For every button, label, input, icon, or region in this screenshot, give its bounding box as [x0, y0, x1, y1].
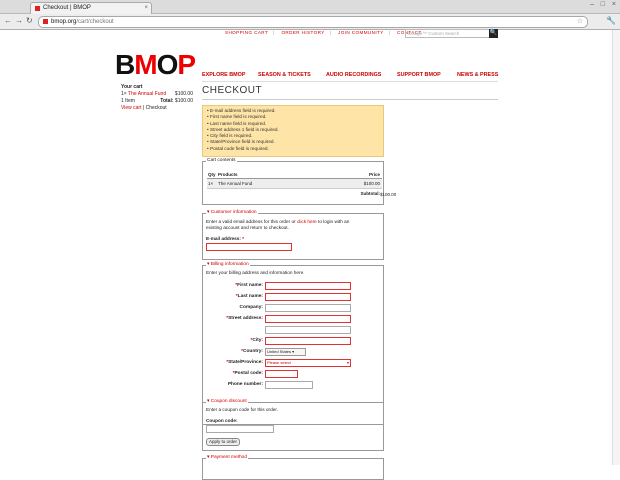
search-button-icon[interactable]: 🔍: [489, 29, 498, 38]
nav-support-bmop[interactable]: SUPPORT BMOP: [397, 72, 441, 78]
company-label: Company:: [239, 305, 263, 310]
first-name-label: *First name:: [235, 283, 263, 288]
apply-coupon-button[interactable]: Apply to order: [206, 438, 241, 446]
coupon-discount-pane: ▾ Coupon discount Enter a coupon code fo…: [202, 399, 384, 451]
payment-legend[interactable]: ▾ Payment method: [206, 455, 249, 460]
street-address-1-field[interactable]: [265, 315, 351, 323]
email-label: E-mail address: *: [206, 236, 245, 241]
nav-news-press[interactable]: NEWS & PRESS: [457, 72, 498, 78]
site-search-input[interactable]: Google™ Custom Search: [405, 29, 491, 38]
coupon-label: Coupon code:: [206, 418, 238, 423]
cart-table: Qty Products Price 1× The Annual Fund $1…: [207, 171, 397, 197]
forward-icon[interactable]: →: [15, 16, 23, 26]
coupon-legend[interactable]: ▾ Coupon discount: [206, 399, 248, 404]
title-divider: [202, 99, 498, 100]
nav-divider: [202, 81, 498, 82]
cart-sidebar: Your cart 1× The Annual Fund $100.00 1 It…: [121, 84, 193, 112]
tab-close-icon[interactable]: ×: [144, 3, 148, 14]
street-address-2-field[interactable]: [265, 326, 351, 334]
cart-item: 1× The Annual Fund $100.00: [121, 91, 193, 97]
coupon-intro: Enter a coupon code for this order.: [206, 407, 278, 412]
cart-contents-legend: Cart contents: [206, 158, 237, 163]
cart-contents-pane: Cart contents Qty Products Price 1× The …: [202, 158, 397, 205]
page-title: CHECKOUT: [202, 85, 263, 96]
url-text: bmop.org/cart/checkout: [51, 19, 114, 25]
state-select[interactable]: Please select ▾: [265, 359, 351, 367]
city-label: *City:: [250, 338, 263, 343]
nav-explore-bmop[interactable]: EXPLORE BMOP: [202, 72, 245, 78]
phone-field[interactable]: [265, 381, 313, 389]
site-favicon-icon: [43, 19, 48, 24]
table-header: Qty Products Price: [207, 172, 382, 179]
nav-season-tickets[interactable]: SEASON & TICKETS: [258, 72, 311, 78]
customer-information-pane: ▾ Customer information Enter a valid ema…: [202, 210, 384, 260]
browser-toolbar: ← → ↻ bmop.org/cart/checkout ☆ 🔧: [0, 14, 620, 30]
state-label: *State/Province:: [226, 360, 263, 365]
topnav-shopping-cart[interactable]: SHOPPING CART: [225, 30, 268, 35]
postal-code-label: *Postal code:: [232, 371, 263, 376]
topnav-join-community[interactable]: JOIN COMMUNITY: [338, 30, 384, 35]
browser-tab-strip: Checkout | BMOP × – □ ×: [0, 0, 620, 14]
cart-item-link[interactable]: The Annual Fund: [128, 91, 166, 97]
last-name-field[interactable]: [265, 293, 351, 301]
web-page: SHOPPING CART | ORDER HISTORY | JOIN COMMU…: [0, 29, 620, 480]
table-row: 1× The Annual Fund $100.00: [207, 179, 382, 189]
scrollbar[interactable]: [612, 30, 620, 465]
error-messages: E-mail address field is required. First …: [202, 105, 384, 157]
window-close-icon[interactable]: ×: [612, 1, 616, 8]
view-cart-link[interactable]: View cart: [121, 105, 141, 111]
nav-audio-recordings[interactable]: AUDIO RECORDINGS: [326, 72, 381, 78]
cart-summary: 1 Item Total: $100.00: [121, 98, 193, 104]
cart-links: View cart | Checkout: [121, 105, 167, 111]
wrench-icon[interactable]: 🔧: [606, 16, 616, 25]
street-label: *Street address:: [226, 316, 263, 321]
bmop-logo[interactable]: BMOP: [115, 50, 196, 80]
minimize-icon[interactable]: –: [590, 1, 594, 8]
favicon-icon: [35, 6, 40, 11]
company-field[interactable]: [265, 304, 351, 312]
city-field[interactable]: [265, 337, 351, 345]
billing-legend[interactable]: ▾ Billing information: [206, 262, 250, 267]
address-bar[interactable]: bmop.org/cart/checkout ☆: [38, 16, 588, 28]
checkout-link[interactable]: Checkout: [146, 105, 167, 111]
country-select[interactable]: United States ▾: [265, 348, 306, 356]
topnav-order-history[interactable]: ORDER HISTORY: [281, 30, 324, 35]
tab-title: Checkout | BMOP: [43, 5, 91, 11]
reload-icon[interactable]: ↻: [26, 16, 33, 26]
phone-label: Phone number:: [227, 382, 263, 387]
payment-method-pane: ▾ Payment method: [202, 455, 384, 480]
subtotal-row: Subtotal: $100.00: [360, 191, 397, 197]
country-label: *Country:: [241, 349, 263, 354]
browser-tab[interactable]: Checkout | BMOP ×: [30, 2, 152, 14]
customer-intro: Enter a valid email address for this ord…: [206, 219, 350, 230]
maximize-icon[interactable]: □: [601, 1, 605, 8]
postal-code-field[interactable]: [265, 370, 298, 378]
email-field[interactable]: [206, 243, 292, 251]
coupon-code-field[interactable]: [206, 425, 274, 433]
login-link[interactable]: click here: [297, 219, 317, 224]
customer-legend[interactable]: ▾ Customer information: [206, 210, 258, 215]
back-icon[interactable]: ←: [4, 16, 12, 26]
top-utility-nav: SHOPPING CART | ORDER HISTORY | JOIN COMMU…: [225, 30, 422, 35]
last-name-label: *Last name:: [235, 294, 263, 299]
cart-title: Your cart: [121, 84, 143, 90]
first-name-field[interactable]: [265, 282, 351, 290]
billing-intro: Enter your billing address and informati…: [206, 270, 305, 275]
bookmark-star-icon[interactable]: ☆: [577, 17, 583, 27]
error-item: Postal code field is required.: [207, 146, 383, 152]
